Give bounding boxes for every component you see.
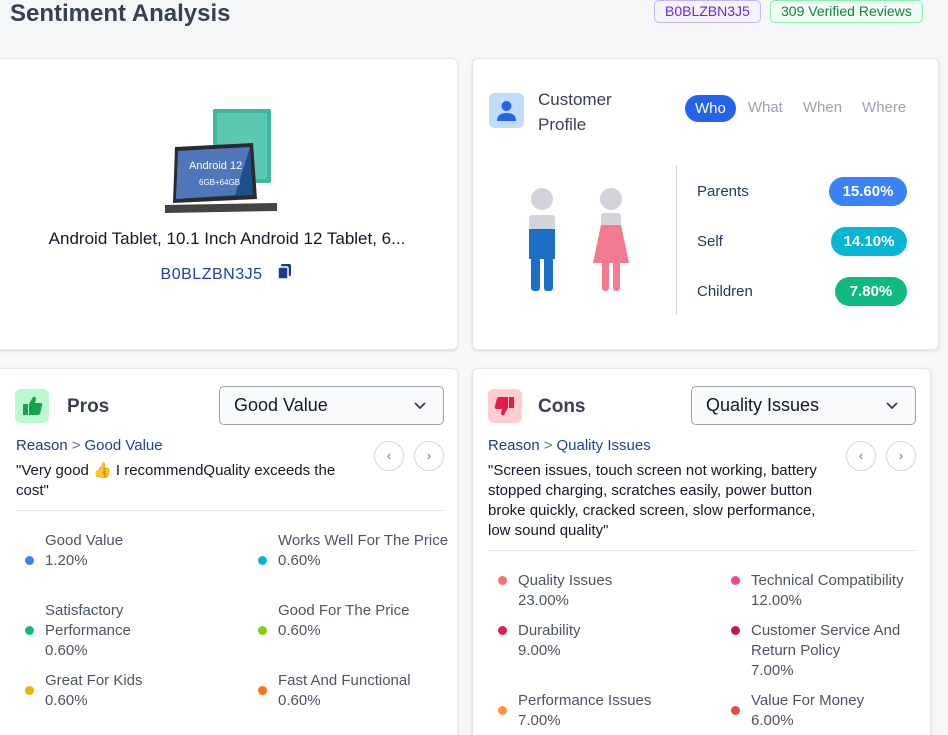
chevron-down-icon: [886, 402, 898, 410]
reason-value[interactable]: Quality Issues: [556, 437, 650, 454]
page-title: Sentiment Analysis: [10, 0, 231, 27]
cons-card: Cons Quality Issues Reason > Quality Issue…: [472, 368, 931, 735]
tab-where[interactable]: Where: [854, 95, 914, 122]
thumbs-down-icon: [488, 389, 522, 423]
copy-icon[interactable]: [277, 263, 293, 281]
legend-value: 12.00%: [751, 592, 802, 609]
chevron-down-icon: [414, 402, 426, 410]
pros-quote: "Very good 👍 I recommendQuality exceeds …: [16, 462, 336, 499]
person-icon: [489, 93, 524, 128]
tab-when[interactable]: When: [795, 95, 850, 122]
image-caption-os: Android 12: [189, 160, 242, 172]
legend-dot: [498, 626, 507, 635]
profile-divider: [676, 165, 677, 315]
legend-label: Quality Issues: [518, 572, 613, 589]
sentiment-page: Sentiment Analysis B0BLZBN3J5 309 Verifi…: [0, 0, 948, 735]
legend-dot: [25, 686, 34, 695]
prev-quote-button[interactable]: ‹: [374, 441, 404, 471]
segment-label: Children: [697, 283, 753, 300]
legend-dot: [25, 556, 34, 565]
legend-label: Good For The Price: [278, 602, 410, 619]
product-image: Android 12 6GB+64GB: [165, 109, 277, 213]
legend-value: 7.00%: [751, 662, 794, 679]
legend-dot: [498, 576, 507, 585]
next-quote-button[interactable]: ›: [414, 441, 444, 471]
pros-title: Pros: [67, 396, 110, 417]
male-figure-icon: [529, 188, 555, 291]
legend-value: 0.60%: [278, 622, 321, 639]
product-name: Android Tablet, 10.1 Inch Android 12 Tab…: [48, 229, 406, 248]
legend-label: Durability: [518, 622, 581, 639]
segment-row-children: Children 7.80%: [697, 277, 907, 307]
pros-select-value: Good Value: [234, 395, 328, 415]
legend-label: Great For Kids: [45, 672, 143, 689]
legend-label: Performance Issues: [518, 692, 652, 709]
legend-value: 0.60%: [278, 692, 321, 709]
legend-label: Fast And Functional: [278, 672, 411, 689]
segment-value-pill: 15.60%: [829, 177, 907, 206]
legend-value: 0.60%: [278, 552, 321, 569]
pros-select[interactable]: Good Value: [219, 386, 444, 425]
pros-divider: [16, 510, 444, 511]
cons-divider: [488, 550, 916, 551]
legend-value: 1.20%: [45, 552, 88, 569]
reason-value[interactable]: Good Value: [84, 437, 162, 454]
legend-dot: [25, 626, 34, 635]
legend-value: 0.60%: [45, 692, 88, 709]
product-card: Android 12 6GB+64GB Android Tablet, 10.1…: [0, 58, 458, 350]
legend-dot: [731, 626, 740, 635]
product-asin-text: B0BLZBN3J5: [160, 266, 263, 283]
legend-value: 7.00%: [518, 712, 561, 729]
legend-dot: [258, 626, 267, 635]
breadcrumb: Reason > Good Value: [16, 437, 163, 454]
profile-title: Customer Profile: [538, 90, 612, 134]
legend-dot: [498, 706, 507, 715]
segment-value-pill: 14.10%: [831, 227, 907, 256]
legend-label: Good Value: [45, 532, 124, 549]
asin-badge: B0BLZBN3J5: [654, 0, 761, 23]
legend-dot: [731, 576, 740, 585]
pros-card: Pros Good Value Reason > Good Value ‹ › "V…: [0, 368, 458, 735]
segment-value-pill: 7.80%: [835, 277, 907, 306]
legend-dot: [258, 556, 267, 565]
legend-label: Satisfactory Performance: [45, 602, 131, 639]
customer-profile-card: Customer Profile Who What When Where Par…: [472, 58, 939, 350]
female-figure-icon: [593, 188, 629, 291]
legend-dot: [258, 686, 267, 695]
cons-select-value: Quality Issues: [706, 395, 820, 415]
segment-row-self: Self 14.10%: [697, 227, 907, 257]
legend-value: 6.00%: [751, 712, 794, 729]
legend-value: 9.00%: [518, 642, 561, 659]
segment-label: Self: [697, 233, 723, 250]
legend-label: Technical Compatibility: [751, 572, 904, 589]
cons-select[interactable]: Quality Issues: [691, 386, 916, 425]
legend-label: Customer Service And Return Policy: [751, 622, 901, 659]
legend-dot: [731, 706, 740, 715]
cons-quote: "Screen issues, touch screen not working…: [488, 462, 817, 539]
reason-label[interactable]: Reason: [488, 437, 540, 454]
reason-label[interactable]: Reason: [16, 437, 68, 454]
product-asin: B0BLZBN3J5: [0, 263, 457, 284]
segment-row-parents: Parents 15.60%: [697, 177, 907, 207]
legend-value: 0.60%: [45, 642, 88, 659]
prev-quote-button[interactable]: ‹: [846, 441, 876, 471]
reviews-badge: 309 Verified Reviews: [770, 0, 923, 23]
tab-what[interactable]: What: [740, 95, 791, 122]
segment-label: Parents: [697, 183, 749, 200]
tab-who[interactable]: Who: [685, 95, 736, 122]
legend-label: Works Well For The Price: [278, 532, 449, 549]
legend-value: 23.00%: [518, 592, 569, 609]
cons-title: Cons: [538, 396, 586, 417]
next-quote-button[interactable]: ›: [886, 441, 916, 471]
legend-label: Value For Money: [751, 692, 865, 709]
thumbs-up-icon: [15, 389, 49, 423]
profile-tabs: Who What When Where: [685, 95, 918, 122]
breadcrumb: Reason > Quality Issues: [488, 437, 651, 454]
image-caption-spec: 6GB+64GB: [199, 178, 240, 187]
